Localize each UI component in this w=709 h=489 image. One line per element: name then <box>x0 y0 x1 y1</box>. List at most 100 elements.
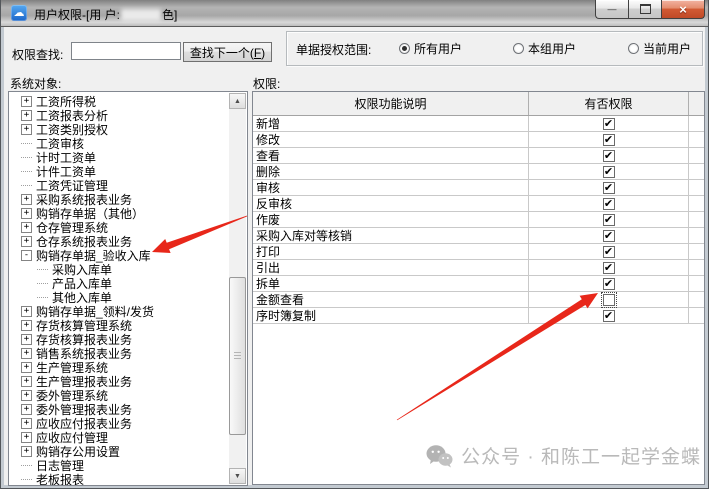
scope-label: 单据授权范围: <box>296 41 371 58</box>
expand-icon[interactable]: + <box>21 418 32 429</box>
permission-name: 引出 <box>253 260 529 275</box>
minimize-button[interactable]: — <box>595 0 628 19</box>
checkbox-checked[interactable]: ✔ <box>603 118 615 130</box>
watermark: 公众号 · 和陈工一起学金蝶 <box>426 442 701 469</box>
permission-search-input[interactable] <box>71 42 181 60</box>
expand-icon[interactable]: + <box>21 404 32 415</box>
expand-icon[interactable]: + <box>21 376 32 387</box>
permission-name: 采购入库对等核销 <box>253 228 529 243</box>
radio-icon[interactable] <box>628 43 639 54</box>
radio-icon[interactable] <box>399 43 410 54</box>
tree-item[interactable]: -购销存单据_验收入库 <box>9 248 229 262</box>
checkbox-checked[interactable]: ✔ <box>603 166 615 178</box>
tree-item[interactable]: 产品入库单 <box>9 276 229 290</box>
scrollbar-thumb[interactable] <box>229 277 246 435</box>
wechat-icon <box>426 444 453 468</box>
scope-radio-option[interactable]: 所有用户 <box>399 40 462 57</box>
find-next-label-end: ) <box>261 46 265 60</box>
expand-icon[interactable]: + <box>21 96 32 107</box>
permissions-table: 权限功能说明 有否权限 新增✔修改✔查看✔删除✔审核✔反审核✔作废✔采购入库对等… <box>252 91 705 485</box>
expand-icon[interactable]: + <box>21 432 32 443</box>
expand-icon[interactable]: + <box>21 222 32 233</box>
permission-name: 审核 <box>253 180 529 195</box>
column-header-description: 权限功能说明 <box>253 92 529 115</box>
expand-icon[interactable]: + <box>21 446 32 457</box>
tree-connector <box>21 185 32 186</box>
tree-item[interactable]: 老板报表 <box>9 472 229 485</box>
find-next-button[interactable]: 查找下一个(F) <box>183 42 272 62</box>
scroll-up-button[interactable]: ▲ <box>229 93 246 109</box>
close-button[interactable]: × <box>662 0 705 19</box>
find-next-label: 查找下一个( <box>190 46 254 60</box>
expand-icon[interactable]: + <box>21 208 32 219</box>
tree-item[interactable]: 采购入库单 <box>9 262 229 276</box>
checkbox-checked[interactable]: ✔ <box>603 278 615 290</box>
permission-row: 新增✔ <box>253 116 704 132</box>
tree-connector <box>37 283 48 284</box>
titlebar[interactable]: ☁ 用户权限-[用 户:色] — × <box>1 0 708 27</box>
permission-cell: ✔ <box>529 164 689 179</box>
maximize-icon <box>640 4 651 14</box>
permissions-label: 权限: <box>253 75 280 92</box>
expand-icon[interactable]: + <box>21 334 32 345</box>
checkbox-checked[interactable]: ✔ <box>603 246 615 258</box>
permission-row: 打印✔ <box>253 244 704 260</box>
expand-icon[interactable]: + <box>21 320 32 331</box>
permission-row: 采购入库对等核销 ✔ <box>253 228 704 244</box>
permission-cell: ✔ <box>529 148 689 163</box>
radio-label: 当前用户 <box>643 40 691 57</box>
tree-connector <box>21 479 32 480</box>
checkbox-checked[interactable]: ✔ <box>603 134 615 146</box>
permission-cell <box>529 292 689 307</box>
checkbox-checked[interactable]: ✔ <box>603 230 615 242</box>
expand-icon[interactable]: + <box>21 390 32 401</box>
checkbox-checked[interactable]: ✔ <box>603 182 615 194</box>
table-rows: 新增✔修改✔查看✔删除✔审核✔反审核✔作废✔采购入库对等核销✔打印✔引出✔拆单✔… <box>253 116 704 324</box>
tree-connector <box>37 297 48 298</box>
redacted-username <box>121 9 161 21</box>
permission-row: 修改 ✔ <box>253 132 704 148</box>
expand-icon[interactable]: + <box>21 306 32 317</box>
permission-cell: ✔ <box>529 228 689 243</box>
permission-row: 反审核✔ <box>253 196 704 212</box>
permission-row: 拆单 ✔ <box>253 276 704 292</box>
table-header: 权限功能说明 有否权限 <box>253 92 704 116</box>
permission-row: 审核 ✔ <box>253 180 704 196</box>
permission-row: 金额查看 <box>253 292 704 308</box>
tree-scrollbar[interactable]: ▲ ▼ <box>229 93 246 484</box>
radio-icon[interactable] <box>513 43 524 54</box>
permission-name: 修改 <box>253 132 529 147</box>
permission-row: 查看✔ <box>253 148 704 164</box>
tree-connector <box>21 171 32 172</box>
permission-row: 引出 ✔ <box>253 260 704 276</box>
expand-icon[interactable]: + <box>21 194 32 205</box>
window-title-prefix: 用户权限-[用 户: <box>34 8 120 22</box>
permission-row: 作废 ✔ <box>253 212 704 228</box>
tree-connector <box>37 269 48 270</box>
permission-name: 拆单 <box>253 276 529 291</box>
expand-icon[interactable]: + <box>21 348 32 359</box>
permission-cell: ✔ <box>529 116 689 131</box>
expand-icon[interactable]: + <box>21 236 32 247</box>
collapse-icon[interactable]: - <box>21 250 32 261</box>
expand-icon[interactable]: + <box>21 362 32 373</box>
checkbox-checked[interactable]: ✔ <box>603 150 615 162</box>
scroll-down-button[interactable]: ▼ <box>229 468 246 484</box>
checkbox-checked[interactable]: ✔ <box>603 262 615 274</box>
scope-radio-option[interactable]: 本组用户 <box>513 40 576 57</box>
maximize-button[interactable] <box>628 0 662 19</box>
scope-radio-option[interactable]: 当前用户 <box>628 40 691 57</box>
checkbox-unchecked[interactable] <box>603 294 615 306</box>
minimize-icon: — <box>608 5 617 14</box>
checkbox-checked[interactable]: ✔ <box>603 310 615 322</box>
checkbox-checked[interactable]: ✔ <box>603 214 615 226</box>
permission-row: 序时簿复制✔ <box>253 308 704 324</box>
checkbox-checked[interactable]: ✔ <box>603 198 615 210</box>
permission-name: 作废 <box>253 212 529 227</box>
tree-item-label: 老板报表 <box>36 471 84 486</box>
permission-name: 删除 <box>253 164 529 179</box>
radio-label: 所有用户 <box>414 40 462 57</box>
permission-cell: ✔ <box>529 212 689 227</box>
expand-icon[interactable]: + <box>21 110 32 121</box>
expand-icon[interactable]: + <box>21 124 32 135</box>
